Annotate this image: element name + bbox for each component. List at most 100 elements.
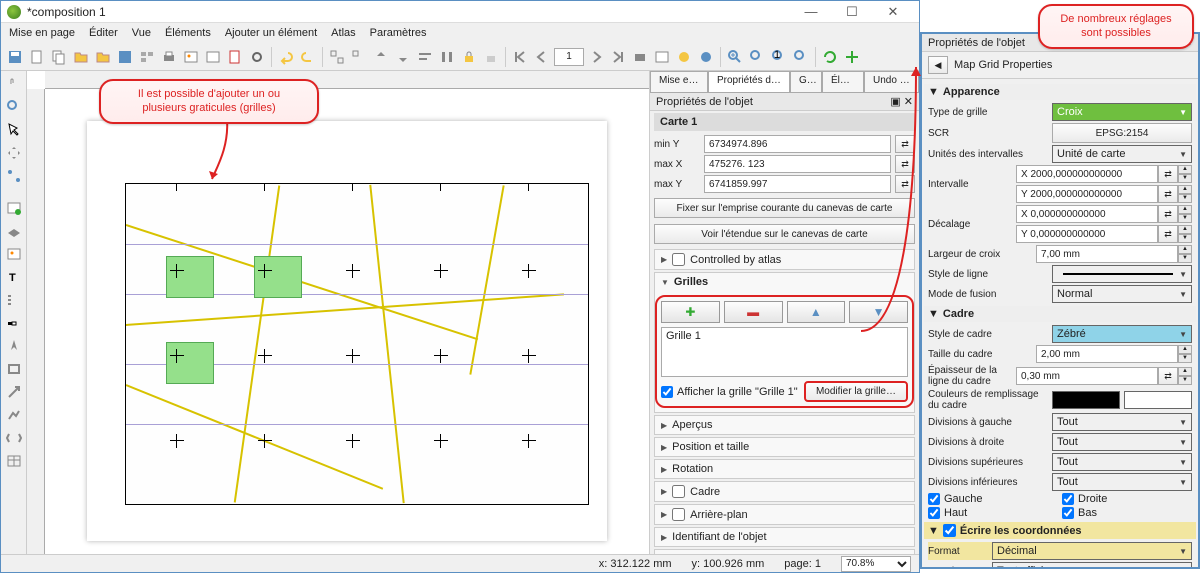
save-icon[interactable] — [5, 47, 25, 67]
menu-layout[interactable]: Mise en page — [9, 27, 75, 39]
gp-fill-color2[interactable] — [1124, 391, 1192, 409]
gp-framestyle-select[interactable]: Zébré▼ — [1052, 325, 1192, 343]
add-northarrow-icon[interactable] — [4, 336, 24, 356]
gp-chk-left[interactable] — [928, 493, 940, 505]
move-content-icon[interactable] — [4, 143, 24, 163]
new-layout-icon[interactable] — [27, 47, 47, 67]
last-icon[interactable] — [608, 47, 628, 67]
section-rotation[interactable]: Rotation — [672, 463, 713, 475]
tab-layout[interactable]: Mise en pa… — [650, 71, 708, 92]
gp-inty-override-icon[interactable]: ⇄ — [1158, 185, 1178, 203]
menu-add-element[interactable]: Ajouter un élément — [225, 27, 317, 39]
undo-icon[interactable] — [276, 47, 296, 67]
gp-offx-override-icon[interactable]: ⇄ — [1158, 205, 1178, 223]
raise-icon[interactable] — [371, 47, 391, 67]
edit-nodes-icon[interactable] — [4, 166, 24, 186]
gp-section-coords[interactable]: Écrire les coordonnées — [960, 525, 1082, 537]
add-shape-icon[interactable] — [4, 359, 24, 379]
add-table-icon[interactable] — [4, 451, 24, 471]
add-picture-icon[interactable] — [4, 244, 24, 264]
next-icon[interactable] — [586, 47, 606, 67]
zoomwidth-icon[interactable] — [791, 47, 811, 67]
export-image-icon[interactable] — [181, 47, 201, 67]
group-icon[interactable] — [327, 47, 347, 67]
open-folder-icon[interactable] — [71, 47, 91, 67]
distribute-icon[interactable] — [437, 47, 457, 67]
add-scalebar-icon[interactable] — [4, 313, 24, 333]
print-icon[interactable] — [159, 47, 179, 67]
back-button[interactable]: ◀ — [928, 56, 948, 74]
export-svg-icon[interactable] — [203, 47, 223, 67]
unlock-icon[interactable] — [481, 47, 501, 67]
add-map-icon[interactable] — [4, 198, 24, 218]
gp-crs-button[interactable]: EPSG:2154 — [1052, 123, 1192, 143]
first-icon[interactable] — [510, 47, 530, 67]
gp-chk-right[interactable] — [1062, 493, 1074, 505]
menu-elements[interactable]: Éléments — [165, 27, 211, 39]
lower-icon[interactable] — [393, 47, 413, 67]
prev-icon[interactable] — [532, 47, 552, 67]
atlas-preview-icon[interactable] — [696, 47, 716, 67]
add-arrow-icon[interactable] — [4, 382, 24, 402]
map-item[interactable]: 466000.000 468000.000 470000.000 472000.… — [125, 183, 589, 505]
show-grid-checkbox[interactable] — [661, 386, 673, 398]
gp-framesize-input[interactable] — [1036, 345, 1178, 363]
gp-gauche-select[interactable]: Tout afficher▼ — [992, 562, 1192, 567]
save-template-icon[interactable] — [115, 47, 135, 67]
zoom100-icon[interactable]: 1 — [769, 47, 789, 67]
gp-chk-bot[interactable] — [1062, 507, 1074, 519]
gp-offset-y[interactable] — [1016, 225, 1158, 243]
page-input[interactable] — [554, 48, 584, 66]
section-frame[interactable]: Cadre — [690, 486, 720, 498]
gp-section-appearance[interactable]: Apparence — [943, 86, 1000, 98]
gp-fill-color1[interactable] — [1052, 391, 1120, 409]
layout-manager-icon[interactable] — [137, 47, 157, 67]
open-folder2-icon[interactable] — [93, 47, 113, 67]
add-nodes-icon[interactable] — [4, 405, 24, 425]
zoomfull-icon[interactable] — [747, 47, 767, 67]
section-overviews[interactable]: Aperçus — [672, 419, 712, 431]
section-position[interactable]: Position et taille — [672, 441, 749, 453]
zoom-select[interactable]: 70.8% — [841, 556, 911, 572]
gp-blend-select[interactable]: Normal▼ — [1052, 285, 1192, 303]
grid-item-1[interactable]: Grille 1 — [666, 330, 701, 342]
gp-interval-y[interactable] — [1016, 185, 1158, 203]
gp-coords-checkbox[interactable] — [943, 524, 956, 537]
canvas[interactable]: 466000.000 468000.000 470000.000 472000.… — [27, 71, 649, 554]
gp-chk-top[interactable] — [928, 507, 940, 519]
gp-interval-x[interactable] — [1016, 165, 1158, 183]
grilles-section-label[interactable]: Grilles — [674, 276, 708, 288]
select-tool-icon[interactable] — [4, 120, 24, 140]
gp-divbot-select[interactable]: Tout▼ — [1052, 473, 1192, 491]
gp-divtop-select[interactable]: Tout▼ — [1052, 453, 1192, 471]
gp-intx-override-icon[interactable]: ⇄ — [1158, 165, 1178, 183]
gp-format-select[interactable]: Décimal▼ — [992, 542, 1192, 560]
section-background[interactable]: Arrière-plan — [690, 509, 747, 521]
ungroup-icon[interactable] — [349, 47, 369, 67]
modify-grid-button[interactable]: Modifier la grille… — [804, 381, 908, 402]
align-icon[interactable] — [415, 47, 435, 67]
gp-type-select[interactable]: Croix▼ — [1052, 103, 1192, 121]
tab-guides[interactable]: Gui… — [790, 71, 822, 92]
tab-item-props[interactable]: Propriétés de l'ob… — [708, 71, 790, 92]
zoomin-icon[interactable] — [725, 47, 745, 67]
menu-view[interactable]: Vue — [132, 27, 151, 39]
duplicate-icon[interactable] — [49, 47, 69, 67]
gp-divright-select[interactable]: Tout▼ — [1052, 433, 1192, 451]
atlas-export-icon[interactable] — [652, 47, 672, 67]
atlas-print-icon[interactable] — [630, 47, 650, 67]
gp-offset-x[interactable] — [1016, 205, 1158, 223]
add-3dmap-icon[interactable] — [4, 221, 24, 241]
tab-elements[interactable]: Éléme… — [822, 71, 864, 92]
menu-edit[interactable]: Éditer — [89, 27, 118, 39]
zoom-tool-icon[interactable] — [4, 97, 24, 117]
close-button[interactable]: ✕ — [873, 2, 913, 22]
maximize-button[interactable]: ☐ — [832, 2, 872, 22]
menu-atlas[interactable]: Atlas — [331, 27, 355, 39]
gp-frameline-input[interactable] — [1016, 367, 1158, 385]
pan-tool-icon[interactable] — [4, 74, 24, 94]
add-html-icon[interactable] — [4, 428, 24, 448]
atlas-settings-icon[interactable] — [674, 47, 694, 67]
export-pdf-icon[interactable] — [225, 47, 245, 67]
layout-page[interactable]: 466000.000 468000.000 470000.000 472000.… — [87, 121, 607, 541]
